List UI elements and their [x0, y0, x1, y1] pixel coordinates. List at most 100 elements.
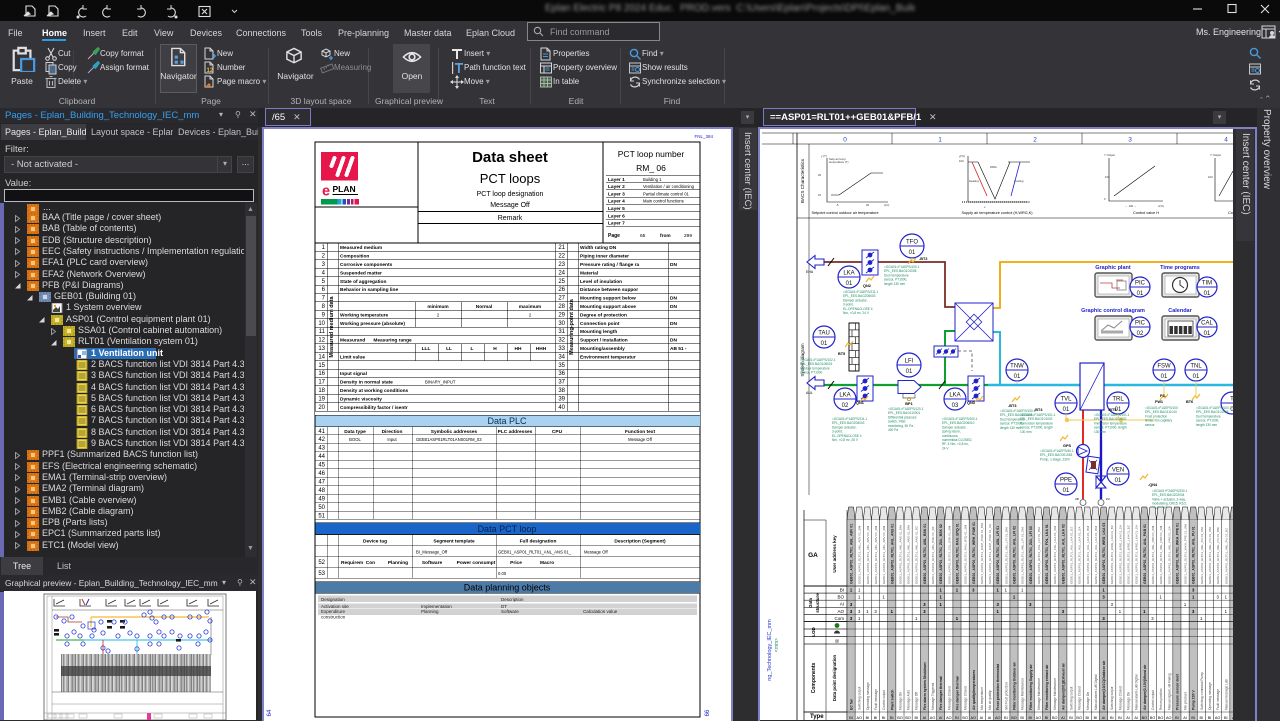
svg-text:Message Triggered: Message Triggered [931, 682, 935, 710]
svg-text:length 130 mm: length 130 mm [1000, 426, 1021, 430]
svg-text:28: 28 [558, 304, 565, 310]
svg-text:01: 01 [1063, 488, 1070, 494]
svg-text:Pressure sensor duct: Pressure sensor duct [1232, 673, 1233, 710]
svg-text:GEB01_ASP01_RLT01_WRH_PSW 01_B: GEB01_ASP01_RLT01_WRH_PSW 01_BM [980, 523, 984, 584]
svg-text:AUL: AUL [806, 391, 813, 395]
svg-text:Device tag: Device tag [363, 538, 387, 544]
svg-text:BP1: BP1 [905, 402, 912, 406]
svg-text:AI: AI [1232, 716, 1233, 720]
svg-text:24: 24 [558, 270, 565, 276]
svg-text:Layer 3: Layer 3 [608, 191, 625, 197]
svg-text:Direction: Direction [382, 429, 403, 435]
svg-text:BI: BI [1094, 716, 1098, 720]
svg-text:Behavior in sampling line: Behavior in sampling line [340, 287, 398, 293]
svg-text:AI: AI [988, 716, 992, 720]
svg-text:Mounting support above: Mounting support above [580, 304, 636, 310]
svg-text:Fault message: Fault message [1216, 689, 1220, 710]
svg-text:PCT loop number: PCT loop number [618, 149, 685, 159]
svg-text:Cont: Cont [1228, 211, 1233, 215]
svg-text:BI: BI [955, 716, 959, 720]
svg-text:BACS Characteristics: BACS Characteristics [800, 158, 805, 203]
svg-text:BO: BO [1052, 716, 1058, 720]
svg-text:AO: AO [1215, 716, 1221, 720]
svg-text:LLL: LLL [422, 346, 431, 352]
svg-text:Requirem Con: Requirem Con [341, 560, 375, 566]
svg-text:CAL: CAL [1201, 321, 1213, 327]
svg-text:Frost protection thermostat: Frost protection thermostat [996, 663, 1000, 710]
svg-text:Degree of protection: Degree of protection [580, 312, 627, 318]
svg-text:Macro: Macro [540, 560, 554, 566]
svg-text:BI: BI [1069, 716, 1073, 720]
svg-text:Data sheet: Data sheet [472, 149, 548, 166]
svg-text:LOD: LOD [811, 627, 816, 637]
svg-text:24 V: 24 V [942, 446, 949, 450]
svg-text:Measured medium data: Measured medium data [329, 296, 335, 358]
svg-text:BO: BO [1011, 716, 1017, 720]
svg-text:FW1: FW1 [1155, 400, 1163, 404]
svg-text:Manual alarm LvB Digital: Manual alarm LvB Digital [1135, 674, 1139, 710]
svg-text:BI: BI [1045, 716, 1049, 720]
svg-text:GEB01_ASP01_RLT01_ANL_PU 01_BZ: GEB01_ASP01_RLT01_ANL_PU 01_BZ [1224, 528, 1228, 584]
svg-text:30: 30 [558, 321, 565, 327]
svg-text:Input: Input [387, 437, 397, 442]
svg-text:BO: BO [1142, 716, 1148, 720]
svg-text:AO: AO [837, 609, 844, 614]
svg-text:Filter monitoring extract air: Filter monitoring extract air [1045, 664, 1049, 710]
svg-text:BT5: BT5 [838, 352, 845, 356]
svg-text:RM_ 06: RM_ 06 [636, 163, 666, 173]
svg-text:GEB01_ASP01_RLT01_FOL_LKA 01_S: GEB01_ASP01_RLT01_FOL_LKA 01_SM [1053, 526, 1057, 584]
svg-text:PCT loops: PCT loops [480, 171, 541, 186]
svg-text:Message On: Message On [898, 692, 902, 710]
svg-text:Mounting support below: Mounting support below [580, 296, 636, 302]
svg-text:GEB01_ASP01_RLT01_AUL_LKA 01_B: GEB01_ASP01_RLT01_AUL_LKA 01_BZ [1070, 527, 1074, 584]
svg-text:AI: AI [1061, 716, 1065, 720]
svg-text:Designation: Designation [321, 597, 345, 602]
svg-text:11: 11 [319, 329, 326, 335]
svg-text:Fire damper thermal: Fire damper thermal [939, 676, 943, 710]
svg-text:27: 27 [558, 296, 565, 302]
svg-text:20: 20 [866, 203, 870, 207]
svg-text:Ventilation / air conditioning: Ventilation / air conditioning [643, 184, 695, 189]
svg-text:52: 52 [318, 560, 325, 566]
svg-text:AI: AI [1134, 716, 1138, 720]
svg-text:47: 47 [318, 479, 325, 485]
svg-text:Fire alarm system Shutdown: Fire alarm system Shutdown [923, 662, 927, 710]
svg-text:BI: BI [1224, 716, 1228, 720]
svg-text:BO: BO [905, 716, 911, 720]
svg-text:GEB01_ASP01_RLT01_WRH_PSW 01_S: GEB01_ASP01_RLT01_WRH_PSW 01_SA [988, 523, 992, 584]
svg-text:GEB01_ASP01_RLT01_RAU_BTQ 01: GEB01_ASP01_RLT01_RAU_BTQ 01 [955, 523, 959, 584]
svg-text:Operating message: Operating message [866, 682, 870, 710]
svg-text:Planning: Planning [388, 560, 408, 566]
svg-text:Building 1: Building 1 [643, 177, 662, 182]
svg-text:GEB01_ASP01_RLT01_ANL_PU 01_SM: GEB01_ASP01_RLT01_ANL_PU 01_SM [1200, 527, 1204, 584]
svg-text:H: H [493, 346, 497, 352]
svg-text:Mix temperature: Mix temperature [980, 687, 984, 710]
svg-text:GEB01ASP01RLT01ANS01RM_03: GEB01ASP01RLT01ANS01RM_03 [416, 437, 482, 442]
svg-text:BO: BO [1076, 716, 1082, 720]
svg-text:PIC: PIC [1135, 321, 1146, 327]
svg-text:19: 19 [318, 396, 325, 402]
svg-text:Control valve H: Control valve H [1133, 211, 1159, 215]
svg-text:65: 65 [640, 233, 646, 239]
svg-text:66: 66 [705, 709, 711, 716]
svg-text:Calendar: Calendar [1168, 308, 1192, 314]
svg-text:@: @ [835, 639, 840, 644]
svg-text:LKA: LKA [949, 393, 960, 399]
svg-text:Normal: Normal [476, 304, 493, 310]
svg-text:Density at working conditions: Density at working conditions [340, 388, 409, 394]
svg-text:Symbolic addresses: Symbolic addresses [431, 429, 478, 435]
svg-text:Connection point: Connection point [580, 321, 620, 327]
svg-text:LKA: LKA [839, 393, 850, 399]
svg-text:Switching output: Switching output [1070, 686, 1074, 710]
svg-text:maximum: maximum [519, 304, 541, 310]
svg-text:01: 01 [1014, 374, 1021, 380]
svg-text:Power consumpt: Power consumpt [457, 560, 496, 566]
svg-text:Air damper(0-10V)Mixed air: Air damper(0-10V)Mixed air [1143, 664, 1147, 710]
svg-text:130 mm: 130 mm [1094, 430, 1106, 434]
svg-text:Mix pressure: Mix pressure [1184, 692, 1188, 710]
svg-text:16: 16 [318, 371, 325, 377]
svg-text:41: 41 [318, 429, 325, 435]
svg-text:AI: AI [1126, 716, 1130, 720]
svg-text:GPS: GPS [1063, 444, 1071, 448]
svg-text:Description (Segment): Description (Segment) [614, 538, 666, 544]
